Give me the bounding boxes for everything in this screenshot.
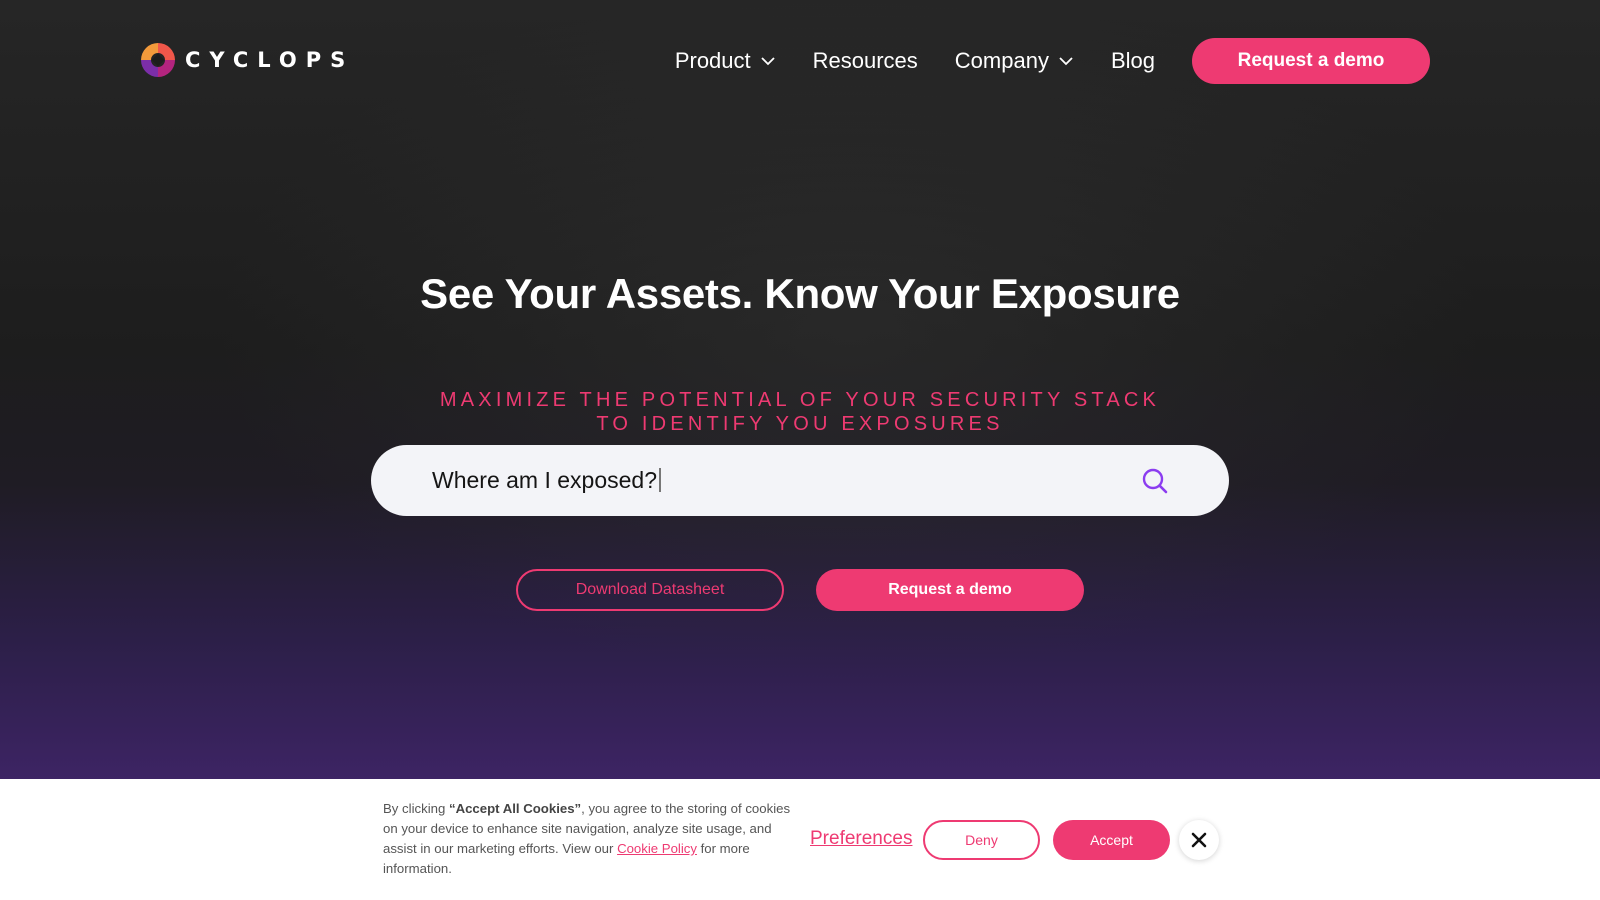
cookie-accept-button[interactable]: Accept: [1053, 820, 1170, 860]
cookie-text-bold: “Accept All Cookies”: [448, 801, 582, 816]
cookie-text-prefix: By clicking: [383, 801, 449, 816]
nav-item-label: Resources: [812, 48, 918, 73]
chevron-down-icon: [1059, 57, 1073, 66]
download-datasheet-button[interactable]: Download Datasheet: [516, 569, 784, 611]
logo[interactable]: CYCLOPS: [141, 43, 354, 77]
cookie-deny-button[interactable]: Deny: [923, 820, 1040, 860]
cyclops-logo-icon: [141, 43, 175, 77]
nav-item-product[interactable]: Product: [675, 48, 776, 74]
hero-subheadline: MAXIMIZE THE POTENTIAL OF YOUR SECURITY …: [0, 388, 1600, 436]
hero-subheadline-line: TO IDENTIFY YOU EXPOSURES: [596, 413, 1004, 435]
header-request-demo-button[interactable]: Request a demo: [1192, 38, 1430, 84]
nav-item-label: Company: [954, 48, 1049, 73]
hero-request-demo-button[interactable]: Request a demo: [816, 569, 1084, 611]
nav-item-label: Blog: [1110, 48, 1155, 73]
search-input-value: Where am I exposed?: [432, 467, 1141, 494]
nav-item-blog[interactable]: Blog: [1111, 48, 1155, 74]
cookie-preferences-link[interactable]: Preferences: [810, 828, 912, 850]
main-nav: Product Resources Company Blog Request a…: [675, 38, 1430, 84]
search-input-text: Where am I exposed?: [432, 467, 658, 493]
logo-text: CYCLOPS: [185, 48, 355, 72]
cookie-policy-link[interactable]: Cookie Policy: [617, 841, 697, 856]
close-icon: [1191, 832, 1207, 848]
hero-subheadline-line: MAXIMIZE THE POTENTIAL OF YOUR SECURITY …: [439, 389, 1161, 411]
hero-headline: See Your Assets. Know Your Exposure: [420, 270, 1180, 317]
hero-search-input[interactable]: Where am I exposed?: [371, 445, 1229, 516]
chevron-down-icon: [761, 57, 775, 66]
nav-item-company[interactable]: Company: [955, 48, 1074, 74]
cookie-banner: By clicking “Accept All Cookies”, you ag…: [0, 779, 1600, 900]
nav-item-resources[interactable]: Resources: [813, 48, 918, 74]
search-icon[interactable]: [1141, 467, 1169, 495]
cookie-consent-text: By clicking “Accept All Cookies”, you ag…: [383, 799, 793, 879]
cookie-close-button[interactable]: [1179, 820, 1219, 860]
nav-item-label: Product: [674, 48, 751, 73]
text-caret: [659, 468, 662, 492]
